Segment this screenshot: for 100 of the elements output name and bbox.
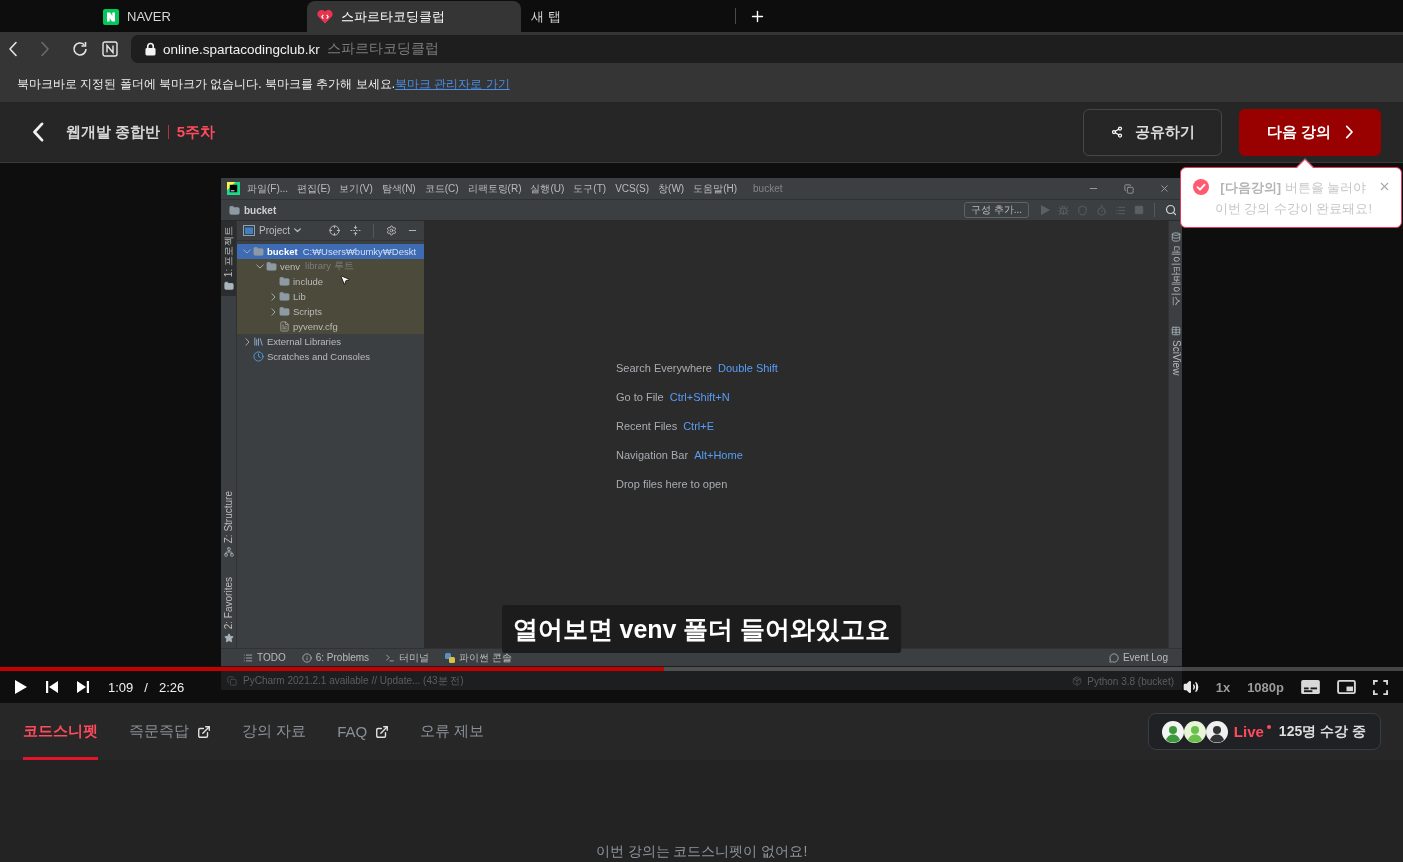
tree-item[interactable]: Scripts bbox=[237, 304, 424, 319]
search-icon[interactable] bbox=[1165, 204, 1177, 216]
action-hint: Go to File bbox=[616, 389, 664, 404]
menu-item[interactable]: 탐색(N) bbox=[381, 181, 416, 196]
tool-window-tab[interactable]: 터미널 bbox=[385, 650, 430, 665]
back-icon[interactable] bbox=[32, 122, 45, 142]
menu-item[interactable]: VCS(S) bbox=[615, 183, 650, 194]
menu-item[interactable]: 실행(U) bbox=[530, 181, 565, 196]
subtitle-caption: 열어보면 venv 폴더 들어와있고요 bbox=[501, 605, 902, 653]
action-hint: Recent Files bbox=[616, 418, 678, 433]
tree-item[interactable]: pyvenv.cfg bbox=[237, 319, 424, 334]
next-lecture-button[interactable]: 다음 강의 bbox=[1239, 108, 1381, 156]
back-icon[interactable] bbox=[8, 41, 18, 57]
tool-window-button[interactable]: 2: Favorites bbox=[221, 571, 236, 648]
home-icon[interactable] bbox=[102, 41, 118, 57]
window-title: bucket bbox=[753, 183, 783, 194]
time-separator: / bbox=[144, 679, 148, 695]
skip-back-icon[interactable] bbox=[46, 681, 58, 693]
tool-window-tab[interactable]: 파이썬 콘솔 bbox=[445, 650, 512, 665]
bookmark-manager-link[interactable]: 북마크 관리자로 가기 bbox=[395, 76, 510, 91]
run-config-button[interactable]: 구성 추가... bbox=[963, 202, 1029, 218]
package-icon bbox=[1072, 676, 1083, 686]
current-time: 1:09 bbox=[108, 679, 134, 695]
console-icon bbox=[445, 652, 456, 663]
folder-icon bbox=[279, 306, 290, 317]
address-bar[interactable]: online.spartacodingclub.kr 스파르타코딩클럽 bbox=[131, 35, 1403, 63]
menu-item[interactable]: 편집(E) bbox=[297, 181, 331, 196]
caret-right-icon[interactable] bbox=[244, 337, 250, 346]
tool-window-button[interactable]: 1: 프로젝트 bbox=[221, 221, 236, 297]
shortcut-hint: Double Shift bbox=[718, 360, 778, 375]
tool-window-button[interactable]: 데이터베이스 bbox=[1169, 227, 1182, 311]
event-log-tab[interactable]: Event Log bbox=[1108, 652, 1168, 663]
fullscreen-icon[interactable] bbox=[1373, 679, 1388, 695]
menu-item[interactable]: 도움말(H) bbox=[693, 181, 738, 196]
lecture-tab[interactable]: FAQ bbox=[337, 703, 390, 760]
tree-item[interactable]: venv library 루트 bbox=[237, 259, 424, 274]
play-icon[interactable] bbox=[15, 680, 27, 694]
lecture-tab[interactable]: 즉문즉답 bbox=[129, 703, 211, 760]
close-icon[interactable] bbox=[1159, 183, 1170, 194]
app-logo-icon bbox=[227, 182, 240, 195]
folder-icon bbox=[223, 281, 234, 292]
view-selector[interactable]: Project bbox=[243, 225, 302, 236]
copy-icon bbox=[227, 676, 237, 686]
shortcut-hint: Ctrl+E bbox=[683, 418, 714, 433]
avatar bbox=[1205, 720, 1228, 743]
list-icon bbox=[243, 652, 253, 663]
captions-icon[interactable] bbox=[1301, 680, 1320, 694]
menu-item[interactable]: 리팩토링(R) bbox=[467, 181, 522, 196]
course-title: 웹개발 종합반 bbox=[65, 122, 160, 142]
collapse-icon[interactable] bbox=[350, 225, 361, 236]
structure-icon bbox=[223, 546, 234, 557]
tree-item[interactable]: bucket C:₩Users₩bumky₩Deskt bbox=[237, 244, 424, 259]
caret-right-icon[interactable] bbox=[270, 307, 276, 316]
menu-item[interactable]: 보기(V) bbox=[339, 181, 373, 196]
browser-tab[interactable]: NAVER bbox=[93, 1, 307, 32]
skip-forward-icon[interactable] bbox=[77, 681, 89, 693]
tool-window-button[interactable]: SciView bbox=[1169, 321, 1182, 381]
menu-item[interactable]: 파일(F)... bbox=[247, 181, 289, 196]
n-logo-icon bbox=[103, 8, 119, 25]
lock-icon bbox=[145, 42, 156, 56]
close-icon[interactable] bbox=[1378, 180, 1391, 193]
reload-icon[interactable] bbox=[72, 41, 88, 57]
folder-icon bbox=[279, 276, 290, 287]
clock-icon bbox=[253, 351, 264, 362]
settings-icon[interactable] bbox=[386, 225, 397, 236]
caret-right-icon[interactable] bbox=[270, 292, 276, 301]
lecture-tab[interactable]: 오류 제보 bbox=[420, 703, 485, 760]
volume-icon[interactable] bbox=[1182, 679, 1199, 695]
browser-tab[interactable]: 새 탭 bbox=[521, 1, 735, 32]
lecture-tab[interactable]: 강의 자료 bbox=[242, 703, 307, 760]
action-hint: Navigation Bar bbox=[616, 447, 689, 462]
restore-icon[interactable] bbox=[1124, 183, 1134, 194]
share-button[interactable]: 공유하기 bbox=[1083, 108, 1222, 156]
tree-item[interactable]: Scratches and Consoles bbox=[237, 349, 424, 364]
menu-item[interactable]: 도구(T) bbox=[573, 181, 607, 196]
tool-window-tab[interactable]: 6: Problems bbox=[301, 652, 370, 663]
quality-setting[interactable]: 1080p bbox=[1247, 679, 1284, 695]
avatar bbox=[1183, 720, 1206, 743]
shortcut-hint: Alt+Home bbox=[694, 447, 743, 462]
window-icon bbox=[243, 225, 255, 236]
menu-item[interactable]: 코드(C) bbox=[424, 181, 459, 196]
folder-icon bbox=[279, 291, 290, 302]
tool-window-button[interactable]: Z: Structure bbox=[221, 485, 236, 562]
file-icon bbox=[279, 321, 290, 332]
table-icon bbox=[1170, 326, 1181, 336]
folder-icon bbox=[266, 261, 277, 272]
crosshair-icon[interactable] bbox=[329, 225, 340, 236]
tree-item[interactable]: Lib bbox=[237, 289, 424, 304]
playback-speed[interactable]: 1x bbox=[1215, 679, 1231, 695]
browser-tab[interactable]: 스파르타코딩클럽 bbox=[307, 1, 521, 32]
terminal-icon bbox=[385, 652, 396, 663]
status-message: PyCharm 2021.2.1 available // Update... (43분 전) bbox=[243, 674, 464, 688]
caret-down-icon[interactable] bbox=[256, 264, 264, 269]
breadcrumb[interactable]: bucket bbox=[229, 204, 277, 216]
menu-item[interactable]: 창(W) bbox=[658, 181, 685, 196]
tree-item[interactable]: External Libraries bbox=[237, 334, 424, 349]
heart-icon bbox=[317, 9, 333, 24]
tree-item[interactable]: include bbox=[237, 274, 424, 289]
picture-in-picture-icon[interactable] bbox=[1337, 680, 1356, 694]
tool-window-tab[interactable]: TODO bbox=[243, 652, 286, 663]
